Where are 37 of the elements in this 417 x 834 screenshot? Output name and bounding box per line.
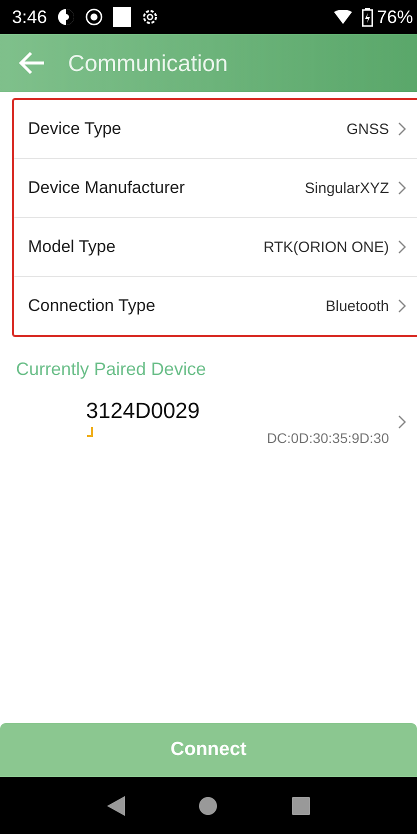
back-arrow-icon: [18, 51, 46, 75]
setting-label: Device Manufacturer: [28, 178, 186, 198]
settings-row[interactable]: Connection Type Bluetooth: [14, 276, 417, 335]
section-title: Currently Paired Device: [16, 359, 208, 380]
screen-title: Communication: [68, 50, 228, 76]
settings-row[interactable]: Device Type GNSS: [14, 100, 417, 158]
home-circle-icon: [199, 796, 218, 814]
chevron-right-icon: [397, 180, 407, 196]
recents-square-icon: [292, 796, 310, 814]
settings-icon: [141, 8, 160, 26]
record-icon: [85, 8, 104, 26]
chevron-right-icon: [397, 121, 407, 137]
status-time: 3:46: [12, 6, 48, 28]
back-nav-button[interactable]: [107, 796, 126, 816]
chevron-right-icon: [397, 239, 407, 255]
home-button[interactable]: [199, 796, 218, 814]
wifi-icon: [334, 10, 352, 24]
paired-device-row[interactable]: 3124D0029 DC:0D:30:35:9D:30: [0, 398, 417, 446]
setting-label: Connection Type: [28, 296, 156, 316]
device-name: 3124D0029: [86, 398, 200, 424]
chevron-right-icon: [397, 298, 407, 314]
setting-label: Model Type: [28, 237, 117, 257]
battery-percent: 76%: [376, 6, 413, 28]
settings-row[interactable]: Device Manufacturer SingularXYZ: [14, 158, 417, 217]
setting-value: RTK(ORION ONE): [263, 238, 389, 256]
setting-value: GNSS: [346, 120, 389, 138]
settings-row[interactable]: Model Type RTK(ORION ONE): [14, 217, 417, 276]
device-address: DC:0D:30:35:9D:30: [266, 430, 389, 446]
back-triangle-icon: [107, 796, 126, 816]
chevron-right-icon: [397, 414, 407, 430]
setting-value: SingularXYZ: [304, 180, 389, 196]
battery-icon: [362, 8, 373, 26]
recents-button[interactable]: [292, 796, 310, 814]
square-icon: [113, 7, 132, 27]
app-icon: [57, 8, 76, 26]
setting-label: Device Type: [28, 119, 122, 139]
setting-value: Bluetooth: [326, 298, 389, 314]
